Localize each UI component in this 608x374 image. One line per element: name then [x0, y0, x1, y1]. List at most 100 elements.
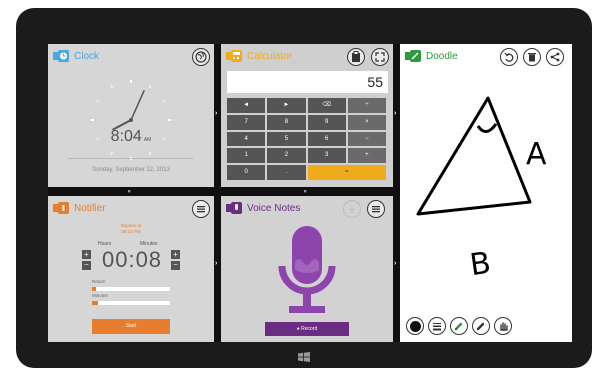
calc-key[interactable]: − [347, 131, 386, 147]
calc-key[interactable]: 0 [227, 165, 266, 180]
globe-icon [195, 51, 207, 63]
notifier-resize-arrow[interactable]: › [215, 260, 217, 267]
clock-header: Clock [48, 44, 214, 68]
minutes-slider-label: Minutes [92, 293, 108, 298]
hand-pan-icon [500, 322, 508, 331]
clock-ampm: AM [143, 137, 152, 143]
share-icon [550, 52, 560, 62]
calc-key[interactable]: 2 [267, 148, 306, 164]
windows-logo-icon[interactable] [298, 352, 310, 362]
calculator-display-value: 55 [367, 74, 383, 90]
calc-key[interactable]: ⌫ [307, 98, 346, 113]
voice-menu-button[interactable] [367, 200, 385, 218]
clipboard-icon [352, 51, 360, 62]
doodle-angle-arc [476, 123, 498, 133]
pen-color-button[interactable] [450, 317, 468, 335]
brush-size-button[interactable] [406, 317, 424, 335]
calc-key[interactable]: 7 [227, 114, 266, 130]
menu-icon [197, 206, 205, 213]
calculator-expand-arrow[interactable]: ᵥ [304, 187, 307, 194]
voice-resize-arrow[interactable]: › [394, 260, 396, 267]
hours-increment-button[interactable]: + [82, 250, 91, 259]
calc-key[interactable]: 5 [267, 131, 306, 147]
minutes-value: 08 [135, 247, 163, 272]
return-slider[interactable] [92, 287, 170, 291]
clock-time: 8:04 [110, 128, 142, 145]
voice-notes-header: Voice Notes + [221, 196, 393, 220]
calc-key[interactable]: ◄ [227, 98, 266, 113]
resize-button[interactable] [371, 48, 389, 66]
expires-time: 08:13 PM [121, 229, 141, 234]
doodle-toolbar [404, 317, 568, 337]
doodle-label-a: A [526, 137, 547, 172]
calc-key[interactable]: 3 [307, 148, 346, 164]
doodle-title: Doodle [426, 51, 458, 62]
start-button-label: Start [125, 323, 137, 329]
voice-notes-title: Voice Notes [247, 203, 301, 214]
clock-title: Clock [74, 51, 100, 62]
doodle-canvas[interactable]: A B [400, 68, 572, 314]
screen: Clock 8:04AM Sunday, September 22, 2013 [48, 44, 572, 342]
calc-key[interactable]: = [307, 165, 386, 180]
clock-tick [149, 151, 152, 155]
calculator-header: Calculator [221, 44, 393, 68]
calc-key[interactable]: 6 [307, 131, 346, 147]
globe-button[interactable] [192, 48, 210, 66]
voice-notes-app-icon [226, 202, 242, 214]
undo-button[interactable] [500, 48, 518, 66]
calc-key[interactable]: ÷ [347, 98, 386, 113]
stroke-width-button[interactable] [428, 317, 446, 335]
return-slider-fill [92, 287, 96, 291]
share-button[interactable] [546, 48, 564, 66]
doodle-triangle-stroke [416, 96, 532, 216]
calc-key[interactable]: ► [267, 98, 306, 113]
minutes-slider[interactable] [92, 301, 170, 305]
calculator-title: Calculator [247, 51, 293, 62]
clock-expand-arrow[interactable]: ᵥ [128, 187, 131, 194]
minute-hand [130, 90, 145, 121]
doodle-header: Doodle [400, 44, 572, 68]
undo-icon [504, 52, 514, 62]
digital-time: 8:04 AM [48, 128, 214, 146]
clock-resize-arrow[interactable]: › [215, 110, 217, 117]
eraser-icon [476, 322, 485, 331]
eraser-button[interactable] [472, 317, 490, 335]
expires-label: Expires at [120, 223, 141, 228]
clock-app-icon [53, 50, 69, 62]
calc-key[interactable]: × [347, 114, 386, 130]
analog-clock-face [91, 80, 171, 160]
hours-value: 00 [101, 247, 129, 272]
return-label: Return [92, 279, 106, 284]
record-button[interactable]: ● Record [265, 322, 349, 336]
notifier-title: Notifier [74, 203, 106, 214]
minutes-decrement-button[interactable]: − [171, 261, 180, 270]
clock-center-dot [129, 118, 133, 122]
calculator-keypad: ◄ ► ⌫ ÷ 7 8 9 × 4 5 6− 1 2 3 +0. = [227, 98, 388, 182]
calc-key[interactable]: 4 [227, 131, 266, 147]
calc-key[interactable]: 8 [267, 114, 306, 130]
pen-color-icon [454, 322, 463, 331]
minutes-increment-button[interactable]: + [171, 250, 180, 259]
notifier-menu-button[interactable] [192, 200, 210, 218]
calc-key[interactable]: 9 [307, 114, 346, 130]
stroke-width-icon [433, 323, 441, 331]
trash-button[interactable] [523, 48, 541, 66]
calc-key[interactable]: 1 [227, 148, 266, 164]
hours-decrement-button[interactable]: − [82, 261, 91, 270]
calc-key[interactable]: . [267, 165, 306, 180]
add-note-button[interactable]: + [343, 200, 361, 218]
minutes-slider-fill [92, 301, 99, 305]
clock-divider [68, 158, 194, 159]
hand-pan-button[interactable] [494, 317, 512, 335]
start-button[interactable]: Start [92, 319, 170, 334]
trash-icon [528, 53, 536, 62]
clipboard-button[interactable] [347, 48, 365, 66]
calc-key[interactable]: + [347, 148, 386, 164]
microphone-icon [278, 226, 336, 313]
calculator-tile: Calculator 55 ◄ ► ⌫ ÷ 7 8 9 × 4 5 6− 1 2 3 +0. = [221, 44, 393, 187]
doodle-app-icon [405, 50, 421, 62]
clock-tick [96, 99, 100, 102]
calculator-resize-arrow[interactable]: › [394, 110, 396, 117]
record-button-label: ● Record [296, 326, 318, 332]
clock-tick [162, 99, 166, 102]
